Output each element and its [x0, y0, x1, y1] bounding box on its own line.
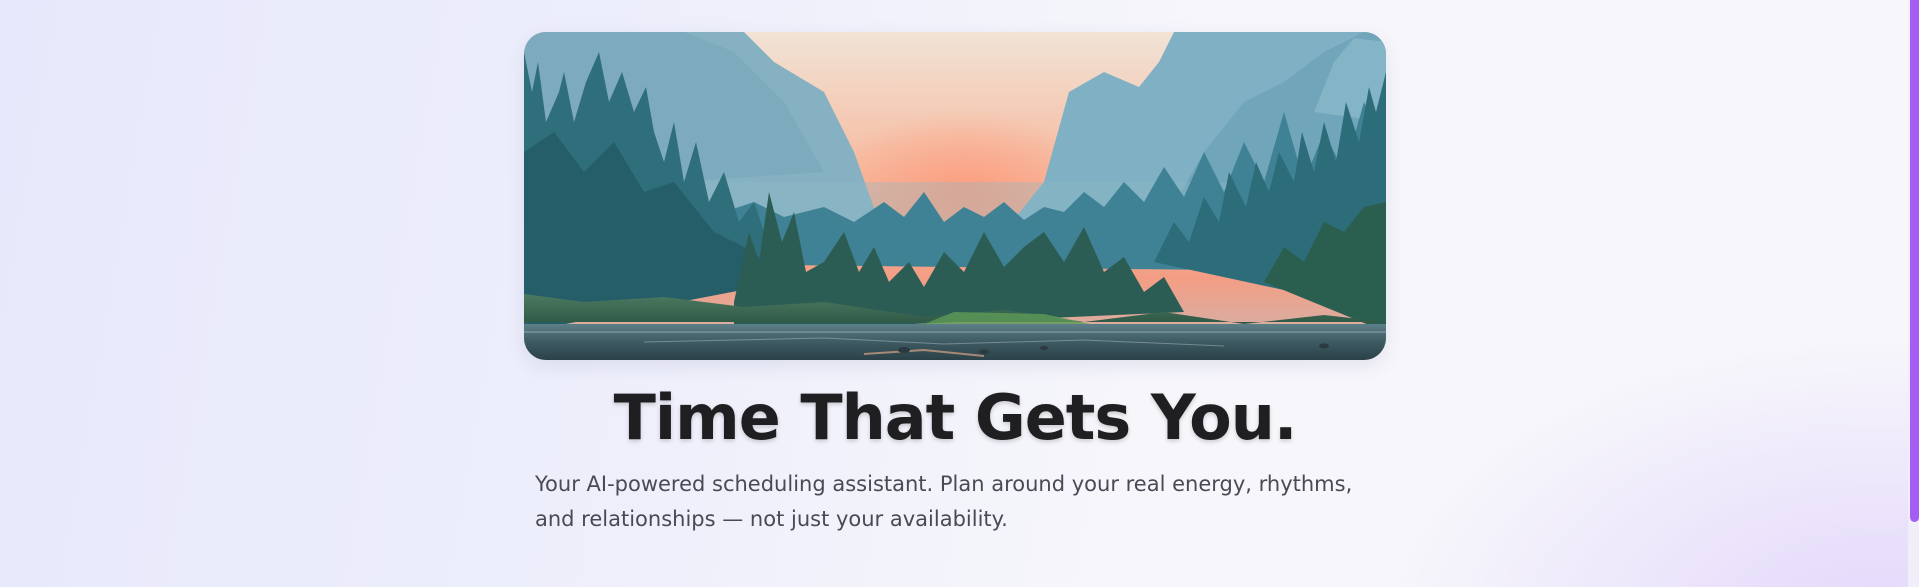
scrollbar-thumb[interactable]: [1910, 0, 1919, 522]
hero-section: Time That Gets You. Your AI-powered sche…: [0, 0, 1919, 587]
vertical-scrollbar[interactable]: [1908, 0, 1919, 587]
hero-landscape-image: [524, 32, 1386, 360]
hero-title: Time That Gets You.: [613, 381, 1298, 454]
hero-subtitle: Your AI-powered scheduling assistant. Pl…: [535, 472, 1353, 531]
